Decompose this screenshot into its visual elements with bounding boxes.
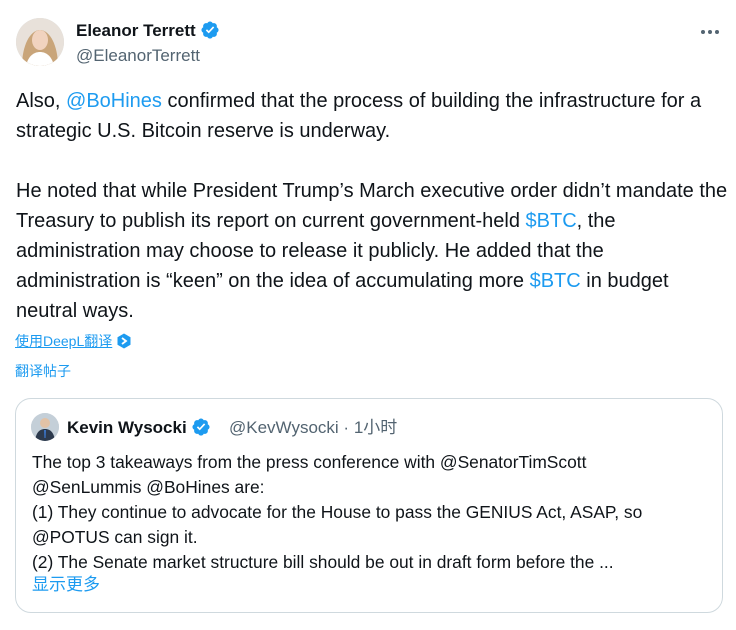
show-more-link[interactable]: 显示更多	[32, 573, 100, 597]
quoted-text-line: @POTUS can sign it.	[32, 527, 198, 547]
quoted-tweet-card[interactable]: Kevin Wysocki @KevWysocki · 1小时 The top …	[15, 398, 723, 613]
translate-post-link[interactable]: 翻译帖子	[15, 361, 71, 381]
quoted-author-name-text[interactable]: Kevin Wysocki	[67, 418, 187, 437]
quoted-author-name[interactable]: Kevin Wysocki	[67, 417, 211, 439]
mention-link[interactable]: @BoHines	[66, 90, 162, 112]
text-segment: Also,	[16, 90, 67, 112]
quoted-author-avatar[interactable]	[31, 413, 59, 441]
quoted-timestamp[interactable]: 1小时	[354, 418, 397, 437]
cashtag-link[interactable]: $BTC	[530, 270, 581, 292]
author-handle[interactable]: @EleanorTerrett	[76, 45, 200, 67]
quoted-author-handle[interactable]: @KevWysocki	[229, 418, 339, 437]
deepl-icon	[117, 333, 131, 349]
cashtag-link[interactable]: $BTC	[526, 210, 577, 232]
verified-badge-icon	[201, 21, 219, 39]
more-dots-icon	[701, 30, 719, 34]
more-options-button[interactable]	[696, 22, 724, 42]
tweet-paragraph-2: He noted that while President Trump’s Ma…	[16, 176, 728, 326]
quoted-text-line: (2) The Senate market structure bill sho…	[32, 552, 614, 572]
meta-separator: ·	[343, 418, 350, 437]
quoted-author-meta: @KevWysocki · 1小时	[229, 417, 397, 439]
quoted-text-line: @SenLummis @BoHines are:	[32, 477, 265, 497]
quoted-text-line: (1) They continue to advocate for the Ho…	[32, 502, 643, 522]
tweet-paragraph-1: Also, @BoHines confirmed that the proces…	[16, 86, 728, 146]
quoted-tweet-text: The top 3 takeaways from the press confe…	[32, 450, 712, 575]
deepl-translate-label[interactable]: 使用DeepL翻译	[15, 333, 112, 349]
tweet-text: Also, @BoHines confirmed that the proces…	[16, 86, 728, 326]
author-name-text[interactable]: Eleanor Terrett	[76, 21, 196, 40]
author-name[interactable]: Eleanor Terrett	[76, 20, 220, 42]
author-avatar[interactable]	[16, 18, 64, 66]
verified-badge-icon	[192, 418, 210, 436]
deepl-translate-link[interactable]: 使用DeepL翻译	[15, 331, 132, 351]
quoted-text-line: The top 3 takeaways from the press confe…	[32, 452, 587, 472]
text-segment: He noted that while President Trump’s Ma…	[16, 180, 728, 232]
